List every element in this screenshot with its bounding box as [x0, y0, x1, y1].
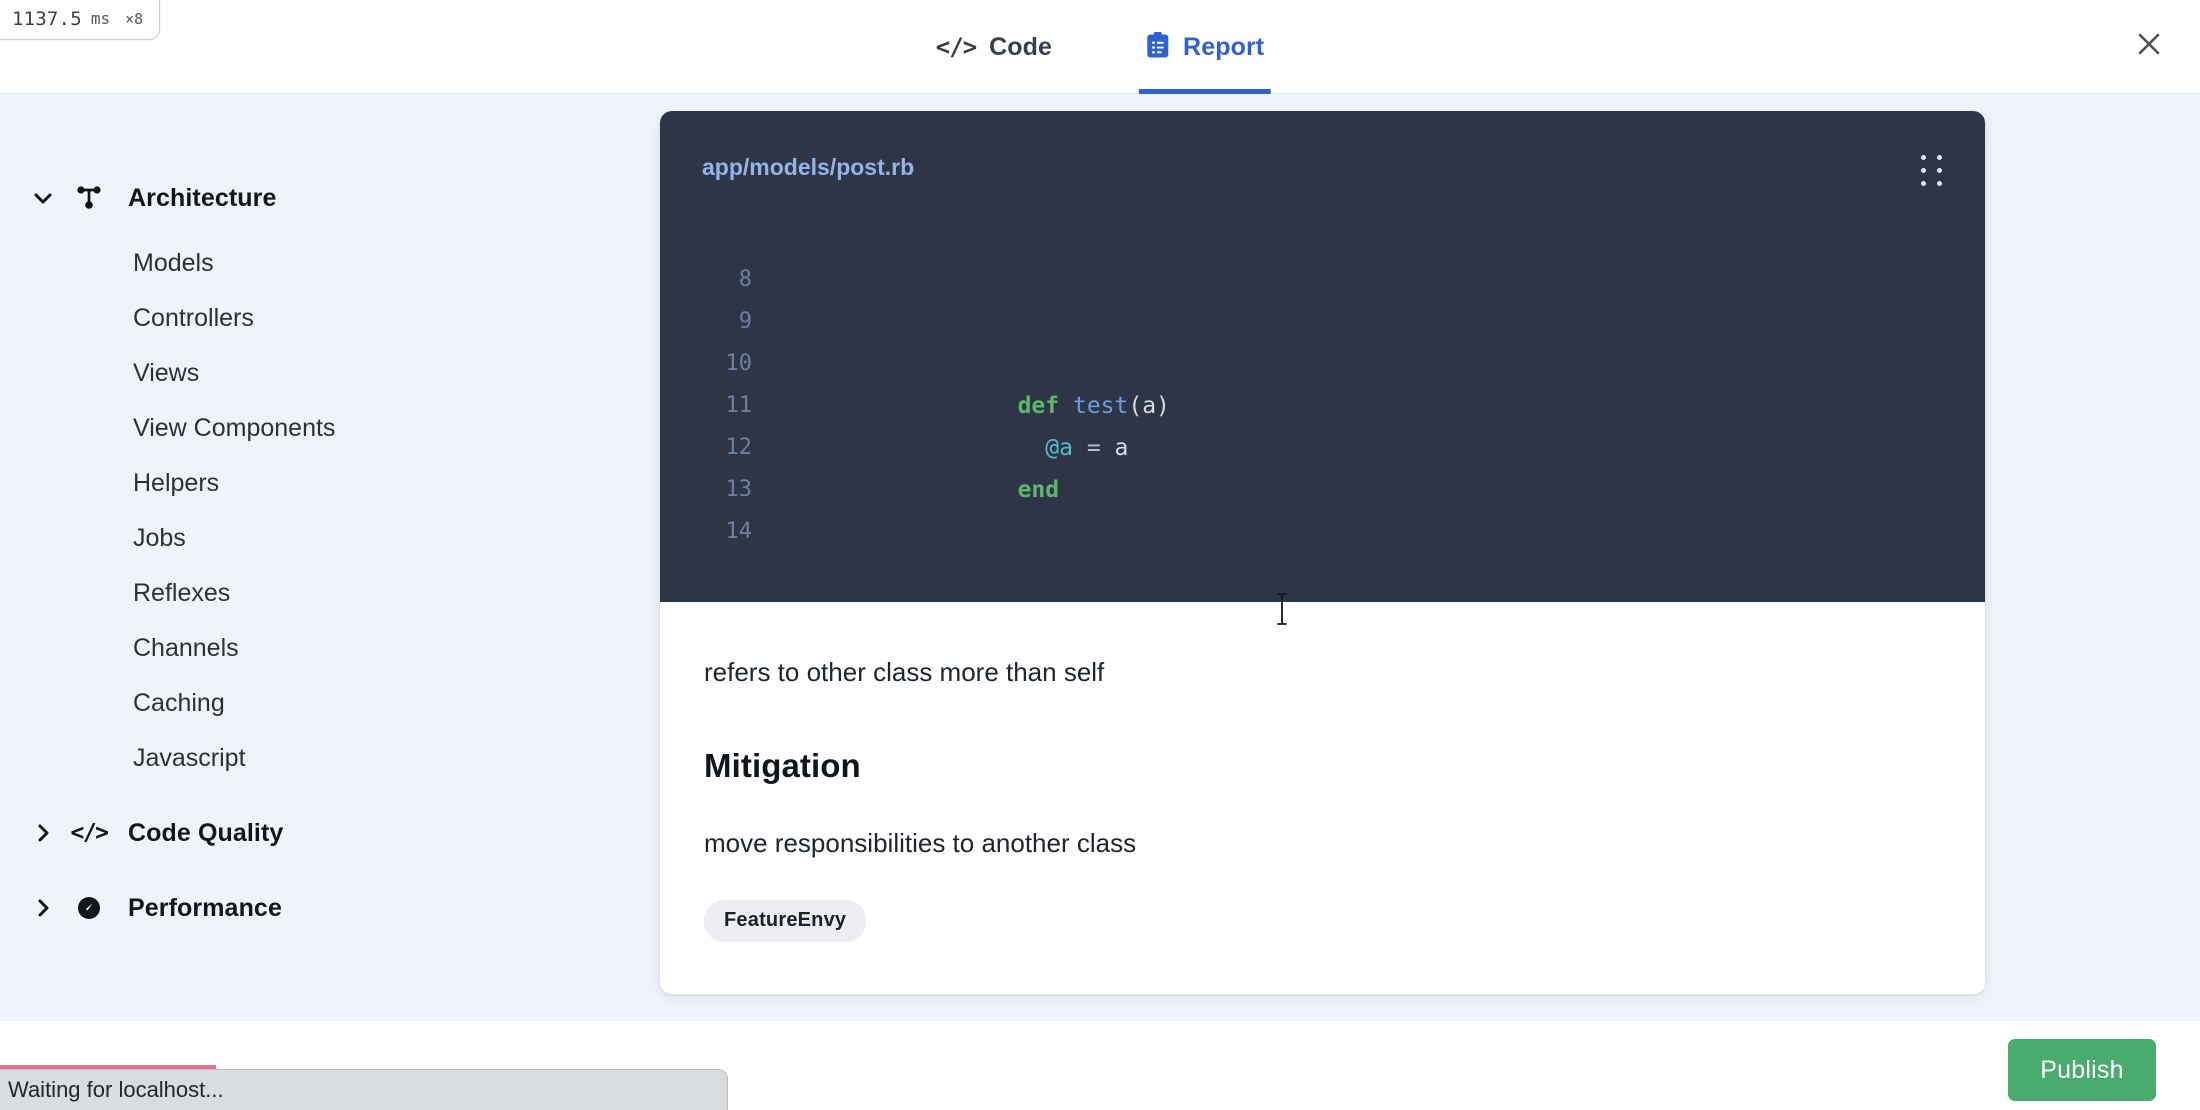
sidebar-group-label: Performance: [128, 893, 282, 922]
code-line: 11 @a = a: [660, 385, 1985, 461]
sidebar-item-label: Caching: [133, 689, 225, 717]
sidebar-group-label: Architecture: [128, 183, 277, 212]
token: =: [1086, 435, 1101, 461]
code-icon: </>: [935, 33, 977, 61]
sitemap-icon: [64, 185, 114, 211]
perf-unit: ms: [90, 9, 111, 28]
sidebar-item-label: Javascript: [133, 744, 246, 772]
line-content: [752, 511, 796, 553]
code-icon: </>: [70, 820, 109, 846]
sidebar-item-view-components[interactable]: View Components: [0, 401, 660, 456]
app-header: </> Code Report: [0, 0, 2200, 94]
sidebar-item-javascript[interactable]: Javascript: [0, 731, 660, 786]
drag-handle-icon[interactable]: [1921, 155, 1947, 189]
sidebar: Architecture Models Controllers Views Vi…: [0, 94, 660, 1021]
sidebar-item-helpers[interactable]: Helpers: [0, 456, 660, 511]
sidebar-item-jobs[interactable]: Jobs: [0, 511, 660, 566]
line-content: [752, 259, 796, 301]
code-preview-panel: app/models/post.rb 8 9 10 def test(a) 11…: [660, 111, 1985, 602]
perf-value: 1137.5: [12, 7, 82, 30]
chevron-right-icon: [22, 820, 64, 846]
code-line: 12 end: [660, 427, 1985, 503]
sidebar-item-label: Channels: [133, 634, 239, 662]
finding-body: refers to other class more than self Mit…: [660, 602, 1985, 994]
file-path-label: app/models/post.rb: [702, 154, 915, 180]
line-number: 8: [738, 267, 752, 292]
mitigation-description: move responsibilities to another class: [704, 828, 1137, 859]
app-root: 1137.5 ms ×8 </> Code Report Architectur…: [0, 0, 2200, 1110]
code-line: 10 def test(a): [660, 343, 1985, 419]
sidebar-item-label: Reflexes: [133, 579, 231, 607]
status-badge: FeatureEnvy: [704, 899, 867, 942]
sidebar-item-reflexes[interactable]: Reflexes: [0, 566, 660, 621]
sidebar-group-performance[interactable]: Performance: [0, 880, 660, 936]
tab-report[interactable]: Report: [1132, 0, 1278, 94]
line-content: def test(a): [752, 343, 1170, 419]
close-button[interactable]: [2126, 24, 2172, 70]
browser-status-bubble: Waiting for localhost...: [0, 1069, 728, 1110]
publish-button[interactable]: Publish: [2008, 1039, 2156, 1101]
sidebar-item-label: Controllers: [133, 304, 254, 332]
line-number: 13: [725, 477, 753, 502]
sidebar-item-label: View Components: [133, 414, 336, 442]
line-number: 11: [725, 393, 753, 418]
sidebar-item-caching[interactable]: Caching: [0, 676, 660, 731]
perf-count: ×8: [125, 9, 144, 28]
sidebar-item-label: Models: [133, 249, 214, 277]
line-content: end: [752, 427, 1060, 503]
tab-report-label: Report: [1183, 32, 1265, 61]
sidebar-item-label: Jobs: [133, 524, 186, 552]
content-area: app/models/post.rb 8 9 10 def test(a) 11…: [660, 94, 2200, 1021]
line-number: 10: [725, 351, 753, 376]
sidebar-item-label: Helpers: [133, 469, 220, 497]
token: a: [1100, 435, 1129, 461]
line-content: [752, 469, 796, 511]
sidebar-item-label: Views: [133, 359, 200, 387]
finding-card: app/models/post.rb 8 9 10 def test(a) 11…: [660, 111, 1985, 994]
chevron-right-icon: [22, 895, 64, 921]
main-region: Architecture Models Controllers Views Vi…: [0, 94, 2200, 1021]
line-number: 14: [725, 519, 753, 544]
sidebar-group-architecture[interactable]: Architecture: [0, 170, 660, 226]
token: end: [1017, 477, 1060, 503]
line-content: [752, 301, 796, 343]
sidebar-item-models[interactable]: Models: [0, 236, 660, 291]
finding-description: refers to other class more than self: [704, 657, 1105, 687]
sidebar-item-channels[interactable]: Channels: [0, 621, 660, 676]
clipboard-report-icon: [1146, 31, 1170, 64]
gauge-icon: [64, 894, 114, 922]
tab-bar: </> Code Report: [922, 0, 1278, 94]
code-lines: 8 9 10 def test(a) 11 @a = a 12 end 13 1…: [660, 259, 1985, 553]
token: (a): [1128, 393, 1170, 419]
code-line: 8: [660, 259, 1985, 301]
sidebar-item-views[interactable]: Views: [0, 346, 660, 401]
line-content: @a = a: [752, 385, 1128, 461]
line-number: 12: [725, 435, 753, 460]
sidebar-group-code-quality[interactable]: </> Code Quality: [0, 805, 660, 861]
chevron-down-icon: [22, 185, 64, 211]
close-icon: [2136, 31, 2162, 62]
tab-code-label: Code: [989, 32, 1053, 61]
mitigation-heading: Mitigation: [704, 747, 861, 785]
sidebar-item-controllers[interactable]: Controllers: [0, 291, 660, 346]
line-number: 9: [738, 309, 752, 334]
tab-code[interactable]: </> Code: [922, 0, 1066, 94]
browser-status-text: Waiting for localhost...: [8, 1077, 224, 1102]
code-line: 9: [660, 301, 1985, 343]
performance-timing-badge: 1137.5 ms ×8: [0, 0, 161, 40]
sidebar-group-label: Code Quality: [128, 818, 284, 847]
